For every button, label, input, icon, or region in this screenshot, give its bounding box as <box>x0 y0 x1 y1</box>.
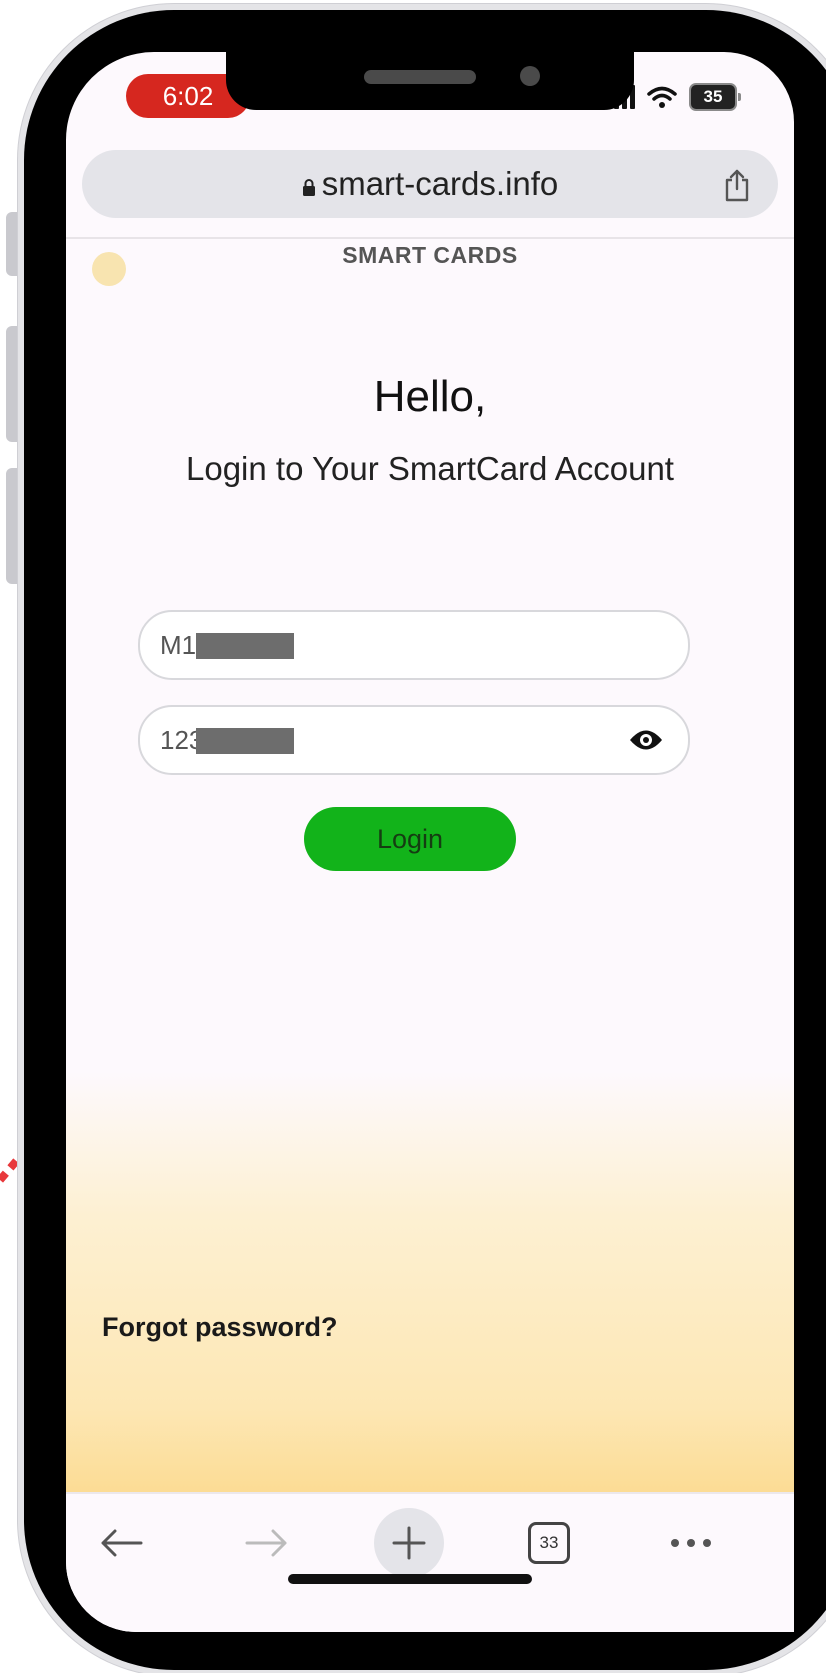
url-text: smart-cards.info <box>321 165 559 202</box>
redaction-bar <box>196 633 294 659</box>
lock-icon <box>302 179 315 196</box>
browser-toolbar: 33 <box>66 1492 794 1632</box>
battery-icon: 35 <box>689 83 741 111</box>
login-button[interactable]: Login <box>304 807 516 871</box>
address-bar[interactable]: smart-cards.info <box>82 150 778 218</box>
site-brand: SMART CARDS <box>342 242 518 268</box>
volume-up-button <box>6 326 20 442</box>
greeting-heading: Hello, <box>373 372 487 421</box>
arrow-right-icon <box>245 1529 287 1557</box>
password-field[interactable] <box>138 705 690 775</box>
plus-icon <box>392 1526 426 1560</box>
earpiece-speaker <box>364 70 476 84</box>
username-field[interactable] <box>138 610 690 680</box>
forward-button[interactable] <box>232 1508 302 1578</box>
volume-down-button <box>6 468 20 584</box>
more-menu-button[interactable] <box>656 1508 726 1578</box>
back-button[interactable] <box>86 1508 156 1578</box>
header-divider <box>66 237 794 239</box>
arrow-left-icon <box>101 1529 143 1557</box>
eye-icon[interactable] <box>628 727 664 753</box>
login-subtitle: Login to Your SmartCard Account <box>186 450 674 487</box>
notch <box>226 52 634 110</box>
forgot-password-link[interactable]: Forgot password? <box>102 1312 338 1343</box>
home-indicator <box>288 1574 532 1584</box>
tabs-count-badge: 33 <box>528 1522 570 1564</box>
more-dots-icon <box>671 1539 711 1547</box>
ringer-switch <box>6 212 20 276</box>
phone-screen: 6:02 35 smart-cards.info SMART CARDS Hel… <box>66 52 794 1632</box>
share-icon[interactable] <box>722 168 752 202</box>
front-camera <box>520 66 540 86</box>
url-display: smart-cards.info <box>302 165 559 203</box>
redaction-bar <box>196 728 294 754</box>
new-tab-button[interactable] <box>374 1508 444 1578</box>
wifi-icon <box>647 86 677 108</box>
tabs-button[interactable]: 33 <box>514 1508 584 1578</box>
